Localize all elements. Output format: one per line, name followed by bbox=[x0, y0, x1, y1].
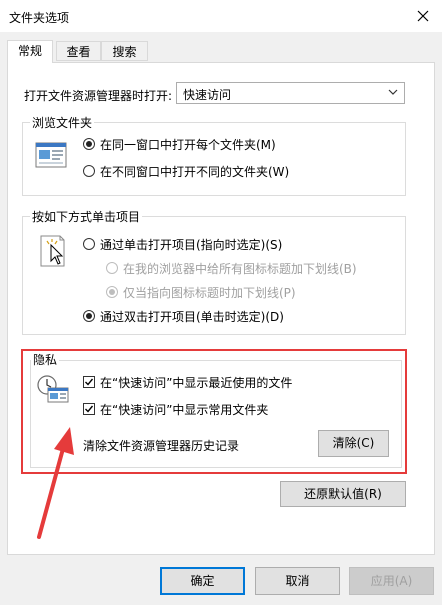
browse-folders-title: 浏览文件夹 bbox=[30, 114, 95, 131]
radio-single-click-label[interactable]: 通过单击打开项目(指向时选定)(S) bbox=[100, 236, 282, 253]
window-title: 文件夹选项 bbox=[9, 11, 70, 25]
cancel-button[interactable]: 取消 bbox=[255, 567, 340, 595]
radio-different-window[interactable] bbox=[83, 165, 95, 177]
ok-button[interactable]: 确定 bbox=[160, 567, 245, 595]
radio-same-window[interactable] bbox=[83, 138, 95, 150]
radio-underline-hover-label: 仅当指向图标标题时加下划线(P) bbox=[123, 286, 296, 300]
title-bar: 文件夹选项 bbox=[0, 0, 442, 32]
open-explorer-select[interactable]: 快速访问 bbox=[176, 82, 405, 104]
radio-same-window-label[interactable]: 在同一窗口中打开每个文件夹(M) bbox=[100, 136, 276, 153]
radio-single-click[interactable] bbox=[83, 238, 95, 250]
pointer-hand-icon bbox=[38, 233, 68, 272]
radio-underline-hover bbox=[106, 286, 118, 298]
radio-double-click[interactable] bbox=[83, 310, 95, 322]
click-items-title: 按如下方式单击项目 bbox=[30, 208, 143, 225]
browse-folders-group bbox=[22, 122, 406, 196]
tab-view[interactable]: 查看 bbox=[56, 41, 101, 61]
radio-different-window-label[interactable]: 在不同窗口中打开不同的文件夹(W) bbox=[100, 163, 289, 180]
radio-underline-all bbox=[106, 262, 118, 274]
annotation-arrow bbox=[37, 427, 74, 539]
radio-underline-all-label: 在我的浏览器中给所有图标标题加下划线(B) bbox=[123, 262, 357, 276]
close-button[interactable] bbox=[410, 4, 436, 28]
open-explorer-label: 打开文件资源管理器时打开: bbox=[24, 89, 173, 103]
chevron-down-icon bbox=[388, 89, 398, 95]
tab-search[interactable]: 搜索 bbox=[101, 41, 148, 61]
close-icon bbox=[417, 10, 429, 22]
restore-defaults-button[interactable]: 还原默认值(R) bbox=[280, 481, 406, 507]
radio-double-click-label[interactable]: 通过双击打开项目(单击时选定)(D) bbox=[100, 308, 284, 325]
open-explorer-select-value: 快速访问 bbox=[183, 88, 232, 102]
apply-button: 应用(A) bbox=[349, 567, 434, 595]
browse-folders-icon bbox=[35, 141, 67, 174]
tab-general[interactable]: 常规 bbox=[7, 40, 53, 63]
